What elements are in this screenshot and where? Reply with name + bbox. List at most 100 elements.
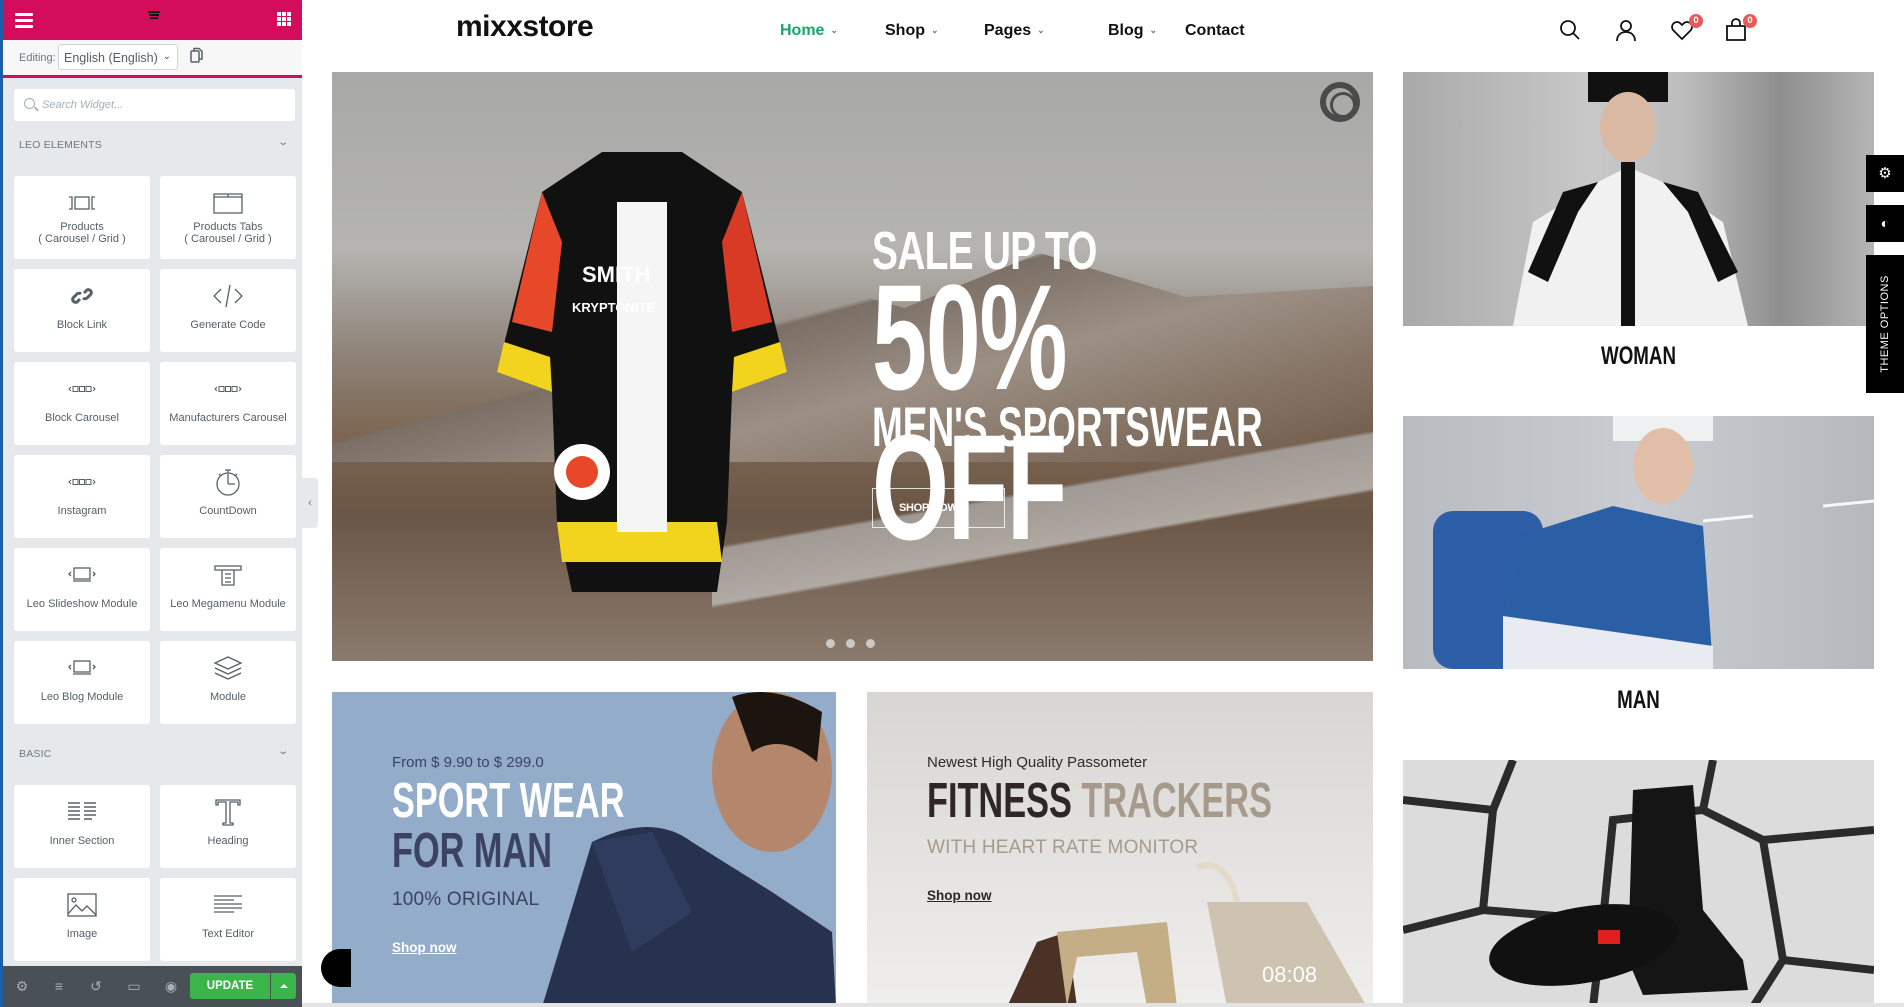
category-image-man[interactable] [1403, 416, 1874, 669]
layers-icon [160, 656, 296, 680]
nav-home[interactable]: Home ⌄ [780, 22, 838, 40]
copy-icon[interactable] [190, 47, 204, 63]
widget-module[interactable]: Module [160, 641, 296, 724]
widget-label: Leo Blog Module [40, 691, 124, 703]
widget-inner-section[interactable]: Inner Section [14, 785, 150, 868]
horizontal-scrollbar[interactable] [302, 1003, 1904, 1007]
chevron-down-icon: ⌄ [1149, 25, 1158, 35]
section-title-leo-elements[interactable]: LEO ELEMENTS [19, 139, 102, 151]
slideshow-icon [14, 564, 150, 586]
widget-block-carousel[interactable]: Block Carousel [14, 362, 150, 445]
theme-options-tab[interactable]: THEME OPTIONS [1866, 255, 1904, 393]
cart-bag-icon[interactable]: 0 [1724, 14, 1757, 44]
banner-price-range: From $ 9.90 to $ 299.0 [392, 754, 544, 771]
category-title-man[interactable]: MAN [1462, 686, 1815, 715]
nav-blog[interactable]: Blog ⌄ [1108, 22, 1157, 40]
widget-label: Text Editor [202, 928, 254, 940]
editing-label: Editing: [19, 52, 56, 64]
language-select[interactable]: English (English) ⌄ [58, 44, 178, 70]
slider-loader-ring-icon [1320, 82, 1360, 122]
widgets-grid-icon[interactable] [277, 12, 291, 26]
user-account-icon[interactable] [1614, 18, 1640, 44]
widget-label: Module [209, 691, 247, 703]
fitness-tracker-image: 08:08 [1007, 862, 1367, 1007]
widget-generate-code[interactable]: Generate Code [160, 269, 296, 352]
chevron-down-icon[interactable]: ⌄ [277, 746, 289, 757]
contrast-toggle-icon[interactable]: ◐ [1866, 205, 1904, 242]
widget-sublabel: ( Carousel / Grid ) [184, 233, 272, 245]
chevron-down-icon[interactable]: ⌄ [277, 137, 289, 148]
widget-image[interactable]: Image [14, 878, 150, 961]
search-icon [24, 98, 35, 109]
hamburger-menu-icon[interactable] [15, 13, 33, 28]
carousel-icon [14, 378, 150, 400]
stopwatch-icon [160, 469, 296, 496]
chevron-down-icon: ⌄ [1037, 25, 1045, 35]
slide-dot[interactable] [866, 639, 875, 648]
category-title-woman[interactable]: WOMAN [1462, 342, 1815, 371]
widget-text-editor[interactable]: Text Editor [160, 878, 296, 961]
search-widget-input[interactable] [42, 89, 287, 121]
heading-t-icon [160, 799, 296, 826]
category-image-shoes[interactable] [1403, 760, 1874, 1007]
editing-language-bar: Editing: English (English) ⌄ [3, 40, 302, 78]
widget-block-link[interactable]: Block Link [14, 269, 150, 352]
boots-image [1403, 760, 1874, 1007]
language-value: English (English) [64, 51, 158, 65]
megamenu-icon [160, 564, 296, 586]
collapse-panel-button[interactable]: ‹ [302, 478, 318, 528]
cycling-jersey-image: SMITH KRYPTONITE [497, 152, 787, 592]
preview-eye-icon[interactable]: ◉ [163, 978, 179, 994]
widget-leo-slideshow[interactable]: Leo Slideshow Module [14, 548, 150, 631]
banner-shop-now-link[interactable]: Shop now [392, 940, 457, 955]
update-options-caret-button[interactable] [271, 973, 296, 999]
widget-countdown[interactable]: CountDown [160, 455, 296, 538]
widget-products-carousel[interactable]: Products( Carousel / Grid ) [14, 176, 150, 259]
theme-options-label: THEME OPTIONS [1879, 275, 1891, 373]
products-carousel-icon [14, 192, 150, 214]
section-title-basic[interactable]: BASIC [19, 748, 52, 760]
update-button[interactable]: UPDATE [190, 973, 270, 999]
widget-sublabel: ( Carousel / Grid ) [38, 233, 126, 245]
nav-contact[interactable]: Contact [1185, 22, 1245, 40]
widget-leo-megamenu[interactable]: Leo Megamenu Module [160, 548, 296, 631]
widget-leo-blog[interactable]: Leo Blog Module [14, 641, 150, 724]
widget-label: Products Tabs [193, 221, 263, 233]
slide-dot[interactable] [846, 639, 855, 648]
slideshow-icon [14, 657, 150, 679]
slide-dot[interactable] [826, 639, 835, 648]
history-icon[interactable]: ↺ [88, 978, 104, 994]
widget-instagram[interactable]: Instagram [14, 455, 150, 538]
nav-pages[interactable]: Pages ⌄ [984, 22, 1045, 40]
responsive-desktop-icon[interactable]: ▭ [126, 978, 142, 994]
text-align-icon [160, 894, 296, 916]
banner-title: FITNESS TRACKERS [927, 774, 1272, 828]
settings-gear-icon[interactable]: ⚙ [14, 978, 30, 994]
widget-label: Inner Section [49, 835, 115, 847]
columns-icon [14, 801, 150, 823]
panel-header [3, 0, 302, 40]
banner-shop-now-link[interactable]: Shop now [927, 888, 992, 903]
widget-label: Leo Slideshow Module [26, 598, 138, 610]
search-icon[interactable] [1558, 18, 1584, 44]
hero-slider[interactable]: SMITH KRYPTONITE SALE UP TO 50% OFF MEN'… [332, 72, 1373, 661]
widget-label: Generate Code [190, 319, 266, 331]
widget-label: Block Link [56, 319, 108, 331]
banner-subtitle: Newest High Quality Passometer [927, 754, 1148, 771]
widget-manufacturers-carousel[interactable]: Manufacturers Carousel [160, 362, 296, 445]
banner-title-2: FOR MAN [392, 824, 553, 878]
elementor-logo-icon [148, 11, 160, 21]
widget-heading[interactable]: Heading [160, 785, 296, 868]
theme-settings-gear-icon[interactable]: ⚙ [1866, 155, 1904, 192]
banner-sport-wear[interactable]: From $ 9.90 to $ 299.0 SPORT WEAR FOR MA… [332, 692, 836, 1007]
arrow-right-icon: → [960, 502, 971, 514]
chat-bubble-button[interactable] [321, 949, 351, 987]
banner-fitness-trackers[interactable]: 08:08 Newest High Quality Passometer FIT… [867, 692, 1373, 1007]
widget-products-tabs[interactable]: Products Tabs( Carousel / Grid ) [160, 176, 296, 259]
hero-shop-now-button[interactable]: SHOP NOW → [872, 488, 1005, 528]
nav-shop[interactable]: Shop ⌄ [885, 22, 939, 40]
category-image-woman[interactable] [1403, 72, 1874, 326]
navigator-layers-icon[interactable]: ≡ [51, 978, 67, 994]
site-logo[interactable]: mixxstore [456, 10, 594, 44]
wishlist-heart-icon[interactable]: 0 [1670, 14, 1703, 44]
